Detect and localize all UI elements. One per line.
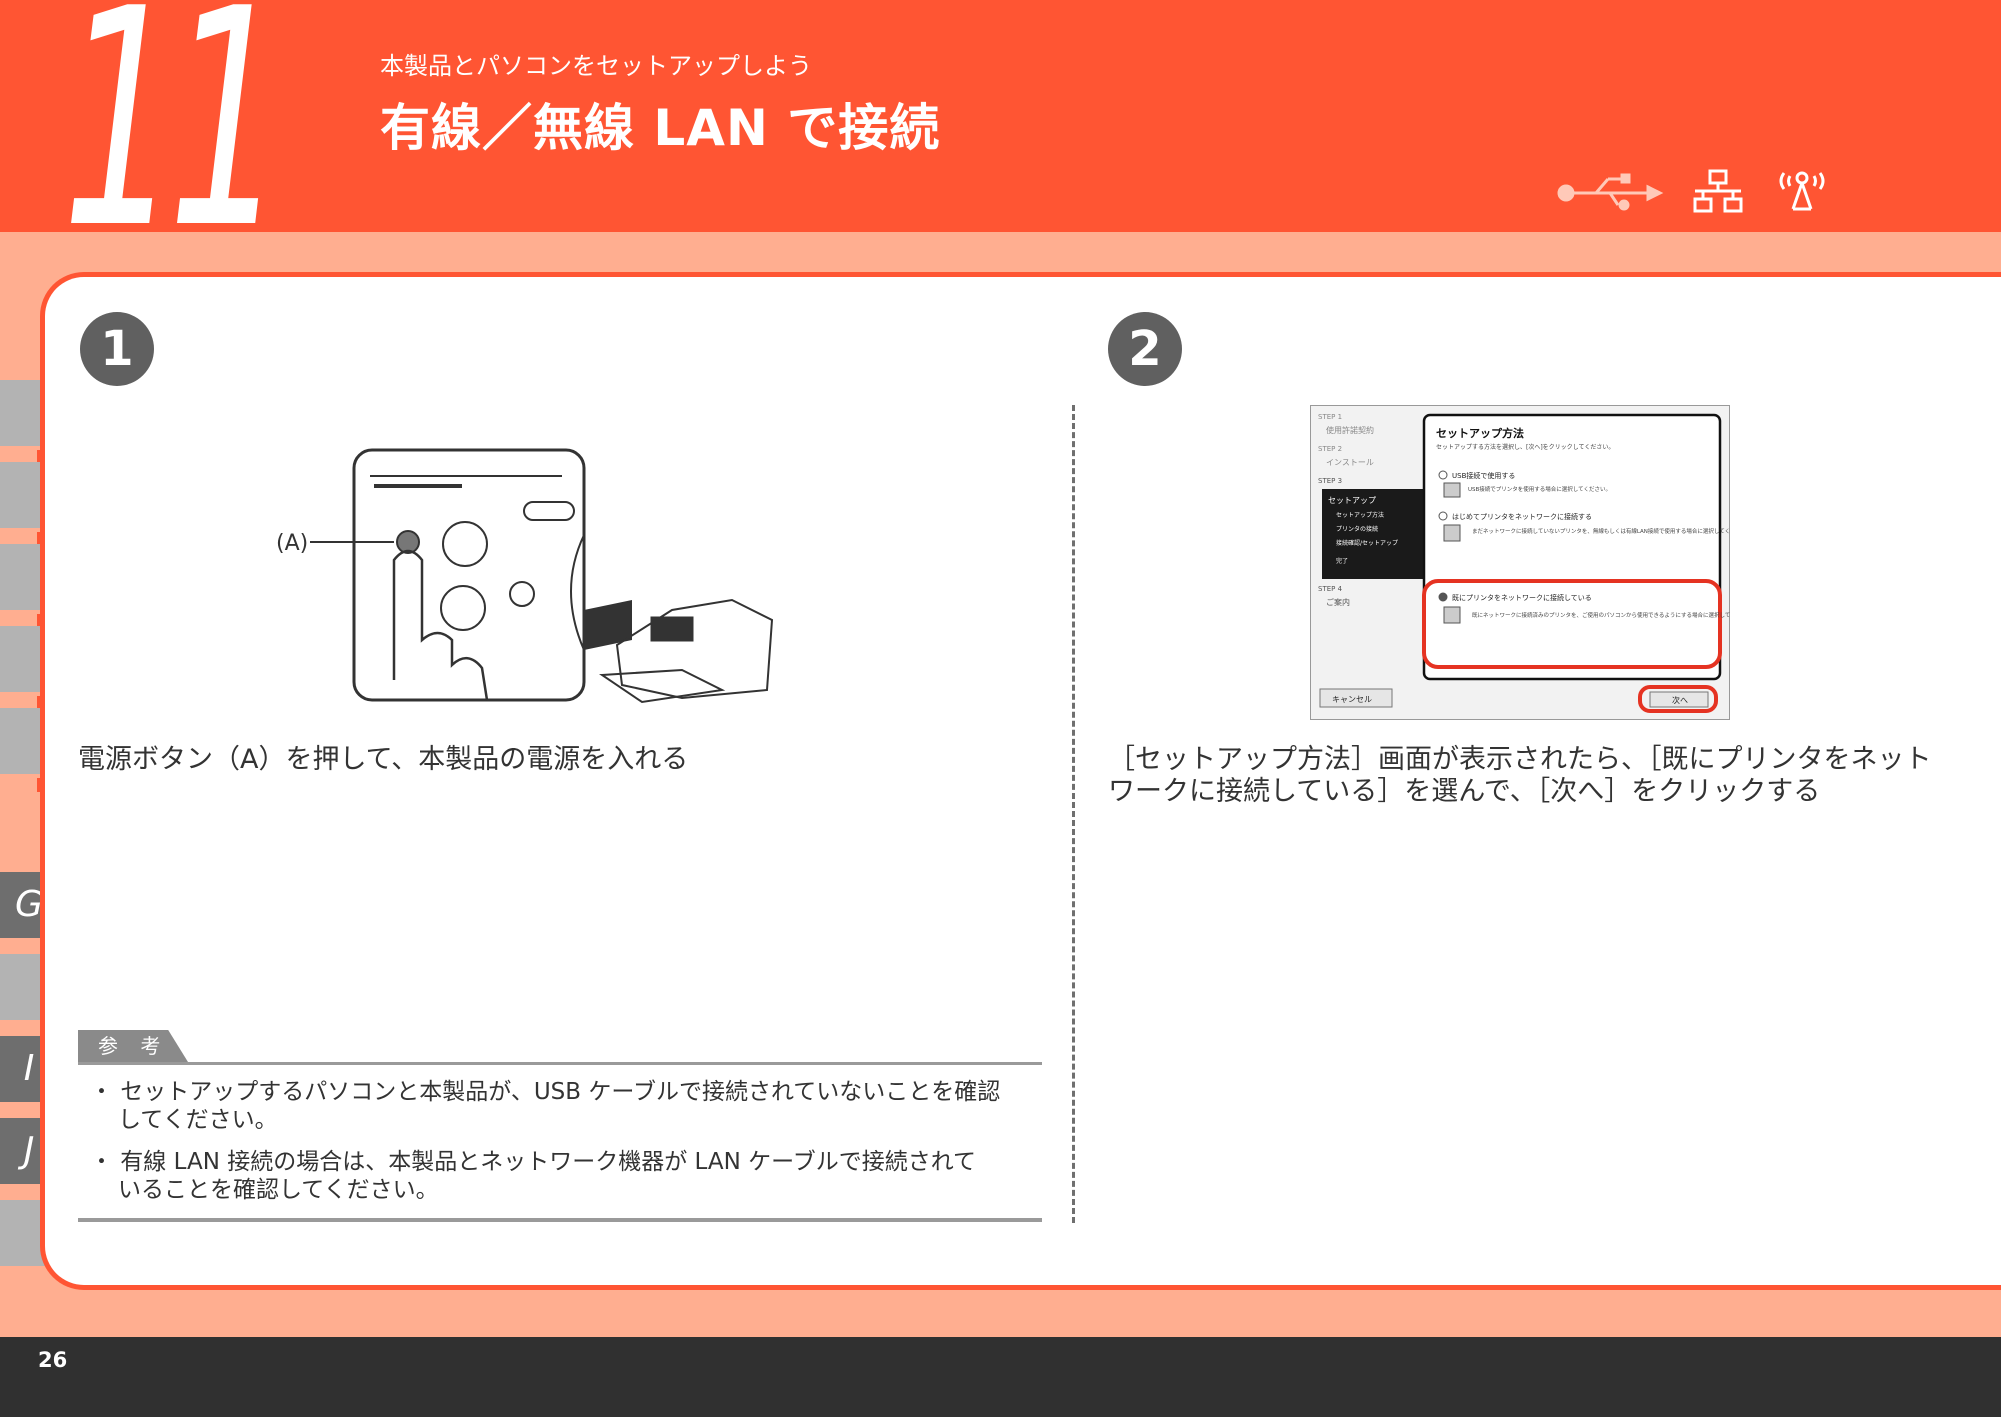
dialog-sub-item: 完了 — [1336, 557, 1348, 565]
section-number: 11 — [62, 0, 286, 294]
dialog-step-2-label: インストール — [1326, 458, 1374, 467]
note-item-line: ・ 有線 LAN 接続の場合は、本製品とネットワーク機器が LAN ケーブルで接… — [90, 1149, 977, 1175]
note-rule-top — [78, 1062, 1042, 1065]
step-2-badge: 2 — [1108, 312, 1182, 386]
wired-lan-icon — [1693, 169, 1743, 213]
option-existing-network-desc: 既にネットワークに接続済みのプリンタを、ご使用のパソコンから使用できるようにする… — [1472, 611, 1730, 619]
step-2-instruction-line: ［セットアップ方法］画面が表示されたら、［既にプリンタをネット — [1108, 744, 1932, 775]
step-2-instruction: ［セットアップ方法］画面が表示されたら、［既にプリンタをネット ワークに接続して… — [1108, 744, 1932, 808]
option-usb: USB接続で使用する — [1452, 471, 1515, 480]
wireless-lan-icon — [1779, 171, 1825, 211]
dialog-step-3-label: セットアップ — [1328, 496, 1376, 505]
step-1-badge: 1 — [80, 312, 154, 386]
note-item-line: いることを確認してください。 — [118, 1177, 439, 1203]
dialog-title: セットアップ方法 — [1436, 426, 1524, 440]
manual-page: 11 本製品とパソコンをセットアップしよう 有線／無線 LAN で接続 G I … — [0, 0, 2001, 1417]
cancel-button-label: キャンセル — [1332, 695, 1372, 704]
power-button-illustration: (A) — [276, 448, 774, 704]
step-1-instruction: 電源ボタン（A）を押して、本製品の電源を入れる — [78, 744, 689, 775]
note-item: ・ セットアップするパソコンと本製品が、USB ケーブルで接続されていないことを… — [90, 1078, 1010, 1134]
option-new-network: はじめてプリンタをネットワークに接続する — [1452, 512, 1592, 521]
dialog-step-1-label: 使用許諾契約 — [1326, 425, 1374, 435]
page-header: 11 本製品とパソコンをセットアップしよう 有線／無線 LAN で接続 — [0, 0, 2001, 270]
next-button-label: 次へ — [1672, 695, 1688, 705]
note-rule-bottom — [78, 1218, 1042, 1222]
dialog-step-4-label: ご案内 — [1326, 597, 1350, 607]
dialog-step-2: STEP 2 — [1318, 445, 1342, 453]
setup-dialog-screenshot: STEP 1 使用許諾契約 STEP 2 インストール STEP 3 セットアッ… — [1310, 405, 1730, 720]
page-title: 有線／無線 LAN で接続 — [380, 99, 941, 157]
page-footer — [0, 1337, 2001, 1417]
page-subtitle: 本製品とパソコンをセットアップしよう — [380, 52, 812, 80]
dialog-sub-item: セットアップ方法 — [1336, 511, 1384, 519]
note-item-line: ・ セットアップするパソコンと本製品が、USB ケーブルで接続されていないことを… — [90, 1079, 1001, 1105]
note-item: ・ 有線 LAN 接続の場合は、本製品とネットワーク機器が LAN ケーブルで接… — [90, 1148, 1010, 1204]
option-existing-network: 既にプリンタをネットワークに接続している — [1452, 593, 1592, 602]
dialog-sub-item: プリンタの接続 — [1336, 525, 1378, 533]
dialog-description: セットアップする方法を選択し、[次へ]をクリックしてください。 — [1436, 443, 1614, 451]
callout-label-a: (A) — [276, 531, 308, 556]
dialog-step-3: STEP 3 — [1318, 477, 1342, 485]
page-number: 26 — [38, 1348, 68, 1372]
option-new-network-desc: まだネットワークに接続していないプリンタを、無線もしくは有線LAN接続で使用する… — [1472, 527, 1730, 535]
option-usb-desc: USB接続でプリンタを使用する場合に選択してください。 — [1468, 485, 1611, 493]
dialog-step-4: STEP 4 — [1318, 585, 1343, 593]
connection-icons — [1557, 169, 1825, 213]
usb-icon — [1557, 173, 1664, 211]
note-item-line: してください。 — [118, 1107, 278, 1133]
dialog-sub-item: 接続確認/セットアップ — [1336, 539, 1398, 547]
step-2-instruction-line: ワークに接続している］を選んで、［次へ］をクリックする — [1108, 776, 1821, 807]
dialog-step-1: STEP 1 — [1318, 413, 1342, 421]
column-divider — [1072, 405, 1075, 1223]
